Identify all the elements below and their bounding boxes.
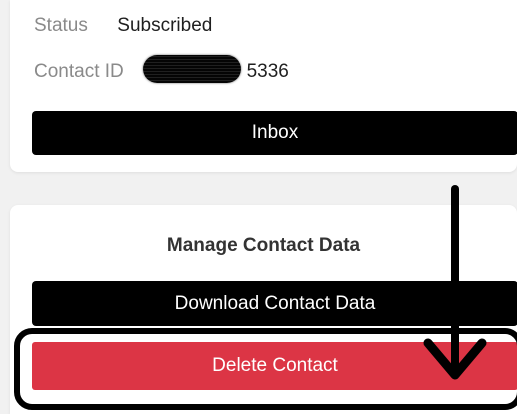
manage-contact-data-card: Manage Contact Data Download Contact Dat… — [10, 205, 517, 414]
contact-id-suffix: 5336 — [246, 61, 289, 82]
contact-id-row: Contact ID 5336 — [34, 55, 289, 83]
inbox-button[interactable]: Inbox — [32, 111, 517, 155]
status-row: Status Subscribed — [34, 15, 212, 37]
delete-contact-button[interactable]: Delete Contact — [32, 342, 517, 390]
status-value: Subscribed — [117, 15, 213, 36]
status-label: Status — [34, 15, 88, 36]
contact-details-card: Status Subscribed Contact ID 5336 Inbox — [10, 0, 517, 172]
manage-contact-data-title: Manage Contact Data — [166, 235, 361, 256]
contact-id-label: Contact ID — [34, 61, 124, 82]
redacted-contact-id — [143, 55, 242, 83]
download-contact-data-button[interactable]: Download Contact Data — [32, 281, 517, 326]
